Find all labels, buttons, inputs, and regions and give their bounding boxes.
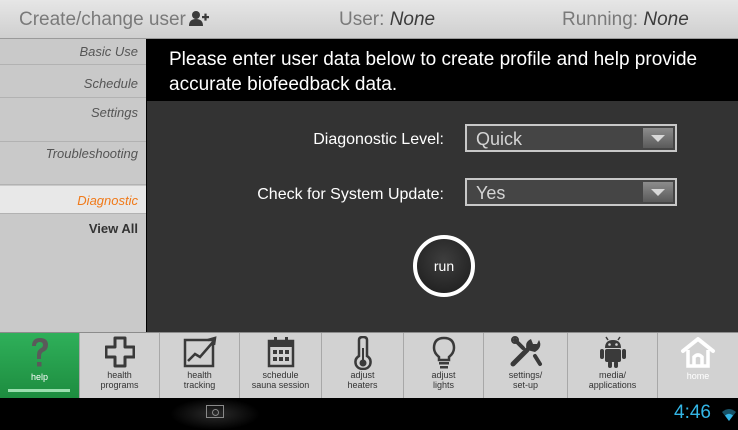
nav-home-label: home <box>686 371 710 381</box>
cross-icon <box>104 336 135 373</box>
chevron-down-icon <box>643 128 673 148</box>
nav-settings-setup-label: settings/ set-up <box>508 370 543 390</box>
nav-adjust-lights[interactable]: adjust lights <box>404 333 484 399</box>
sidebar-item-diagnostic[interactable]: Diagnostic <box>0 186 146 214</box>
clock: 4:46 <box>674 402 711 423</box>
top-bar: Create/change user User: None Running: N… <box>0 0 738 39</box>
intro-banner: Please enter user data below to create p… <box>147 39 738 101</box>
running-value: None <box>643 9 689 30</box>
sidebar-item-basic-use[interactable]: Basic Use <box>0 39 146 65</box>
intro-text: Please enter user data below to create p… <box>169 49 698 95</box>
diagnostic-level-label: Diagonostic Level: <box>313 131 444 148</box>
nav-help[interactable]: help <box>0 333 80 399</box>
system-update-select[interactable]: Yes <box>465 178 677 206</box>
diagnostic-level-select[interactable]: Quick <box>465 124 677 152</box>
chevron-down-icon <box>643 182 673 202</box>
system-update-label: Check for System Update: <box>257 186 444 203</box>
tools-icon <box>509 336 543 373</box>
help-underline <box>8 389 70 392</box>
nav-adjust-lights-label: adjust lights <box>431 370 456 390</box>
running-label: Running: <box>562 9 639 30</box>
system-update-value: Yes <box>476 183 506 203</box>
nav-health-tracking-label: health tracking <box>183 370 216 390</box>
nav-home[interactable]: home <box>658 333 738 399</box>
calendar-icon <box>266 336 296 373</box>
nav-media-applications-label: media/ applications <box>588 370 637 390</box>
user-label: User: <box>339 9 385 30</box>
sidebar-item-troubleshooting[interactable]: Troubleshooting <box>0 143 146 185</box>
sidebar: Basic Use Schedule Settings Troubleshoot… <box>0 39 146 332</box>
nav-adjust-heaters-label: adjust heaters <box>347 370 378 390</box>
sidebar-item-schedule[interactable]: Schedule <box>0 66 146 98</box>
user-value: None <box>389 9 436 30</box>
app-screen: Create/change user User: None Running: N… <box>0 0 738 430</box>
add-user-icon <box>188 10 209 33</box>
bottom-nav: help health programs health tracking sch… <box>0 332 738 399</box>
wifi-icon <box>722 408 736 426</box>
nav-health-programs[interactable]: health programs <box>80 333 160 399</box>
question-icon <box>25 336 55 375</box>
sidebar-item-settings[interactable]: Settings <box>0 99 146 142</box>
create-change-user-button[interactable]: Create/change user <box>19 9 209 33</box>
nav-health-tracking[interactable]: health tracking <box>160 333 240 399</box>
nav-media-applications[interactable]: media/ applications <box>568 333 658 399</box>
chart-icon <box>183 336 217 373</box>
nav-help-label: help <box>30 372 48 382</box>
running-status: Running: None <box>562 9 689 31</box>
run-button[interactable]: run <box>413 235 475 297</box>
diagnostic-level-value: Quick <box>476 129 523 149</box>
create-user-label: Create/change user <box>19 9 186 30</box>
current-user: User: None <box>339 9 435 31</box>
home-icon <box>680 336 716 373</box>
sidebar-item-view-all[interactable]: View All <box>0 215 146 247</box>
nav-health-programs-label: health programs <box>100 370 139 390</box>
nav-adjust-heaters[interactable]: adjust heaters <box>322 333 404 399</box>
system-bar: 4:46 <box>0 398 738 430</box>
main-panel: Please enter user data below to create p… <box>147 39 738 332</box>
camera-icon[interactable] <box>206 405 224 418</box>
nav-settings-setup[interactable]: settings/ set-up <box>484 333 568 399</box>
nav-schedule-sauna[interactable]: schedule sauna session <box>240 333 322 399</box>
nav-schedule-sauna-label: schedule sauna session <box>251 370 310 390</box>
